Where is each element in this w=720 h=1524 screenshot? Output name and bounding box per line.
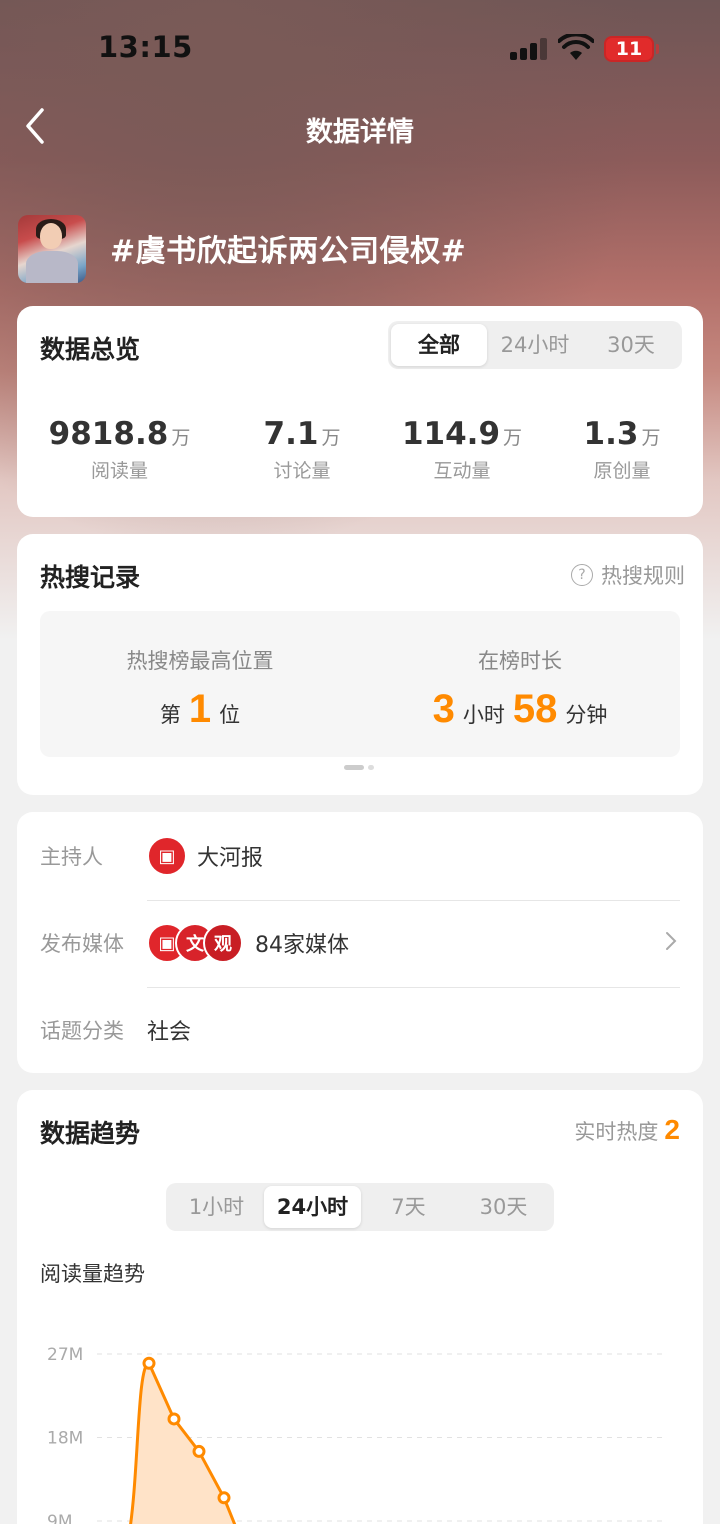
stat-reads: 9818.8 万 阅读量 <box>17 416 222 483</box>
realtime-value: 2 <box>664 1114 680 1145</box>
tab-24h[interactable]: 24小时 <box>264 1186 361 1228</box>
hours-unit: 小时 <box>462 703 505 727</box>
realtime-label: 实时热度 <box>574 1120 659 1144</box>
stat-interactions: 114.9 万 互动量 <box>382 416 542 483</box>
topic-info-card: 主持人 ▣ 大河报 发布媒体 ▣ 文 观 84家媒体 话题分类 社会 <box>17 812 703 1073</box>
status-time: 13:15 <box>98 30 193 64</box>
stat-unit: 万 <box>321 427 341 449</box>
peak-suffix: 位 <box>219 703 241 727</box>
media-count: 84家媒体 <box>255 933 349 958</box>
peak-value: 1 <box>188 687 212 731</box>
duration-minutes: 58 <box>512 687 558 731</box>
tab-all[interactable]: 全部 <box>391 324 487 366</box>
data-point[interactable] <box>142 1356 156 1370</box>
rules-label: 热搜规则 <box>601 564 685 588</box>
data-point[interactable] <box>217 1491 231 1505</box>
stat-unit: 万 <box>503 427 523 449</box>
stat-value: 114.9 <box>401 416 501 452</box>
stat-label: 阅读量 <box>90 460 148 482</box>
y-tick-label: 18M <box>47 1429 83 1449</box>
peak-position: 热搜榜最高位置 第1位 <box>40 611 360 757</box>
page-title: 数据详情 <box>306 117 414 148</box>
media-label: 发布媒体 <box>40 932 124 956</box>
wifi-icon <box>558 34 594 60</box>
stat-unit: 万 <box>641 427 661 449</box>
hot-search-rules-link[interactable]: ? 热搜规则 <box>571 560 685 590</box>
duration-label: 在榜时长 <box>478 649 562 673</box>
topic-thumbnail <box>18 215 86 283</box>
tab-30d[interactable]: 30天 <box>583 324 679 366</box>
category-label: 话题分类 <box>40 1019 124 1043</box>
overview-stats: 9818.8 万 阅读量 7.1 万 讨论量 114.9 万 互动量 1.3 万 原创量 <box>17 416 703 483</box>
peak-label: 热搜榜最高位置 <box>126 649 274 673</box>
stat-discussions: 7.1 万 讨论量 <box>222 416 382 483</box>
host-label: 主持人 <box>40 845 103 869</box>
on-list-duration: 在榜时长 3 小时 58 分钟 <box>360 611 680 757</box>
trend-card: 数据趋势 实时热度 2 1小时 24小时 7天 30天 阅读量趋势 27M 18M… <box>17 1090 703 1524</box>
cellular-signal-icon <box>510 38 548 60</box>
host-row: 主持人 ▣ 大河报 <box>40 812 680 900</box>
overview-card: 数据总览 全部 24小时 30天 9818.8 万 阅读量 7.1 万 讨论量 11… <box>17 306 703 517</box>
trend-title: 数据趋势 <box>40 1119 141 1148</box>
tab-7d[interactable]: 7天 <box>361 1186 456 1228</box>
minutes-unit: 分钟 <box>565 703 608 727</box>
data-point[interactable] <box>167 1412 181 1426</box>
media-row[interactable]: 发布媒体 ▣ 文 观 84家媒体 <box>40 899 680 987</box>
hot-search-card: 热搜记录 ? 热搜规则 热搜榜最高位置 第1位 在榜时长 3 小时 58 分钟 <box>17 534 703 795</box>
tab-1h[interactable]: 1小时 <box>169 1186 264 1228</box>
hot-search-title: 热搜记录 <box>40 563 141 592</box>
realtime-heat: 实时热度 2 <box>574 1114 680 1146</box>
overview-tabs: 全部 24小时 30天 <box>388 321 682 369</box>
question-icon: ? <box>571 564 593 586</box>
chart-subtitle: 阅读量趋势 <box>40 1262 145 1286</box>
trend-tabs: 1小时 24小时 7天 30天 <box>166 1183 554 1231</box>
read-trend-chart: 27M 18M 9M <box>47 1345 662 1524</box>
dahebao-logo-icon: ▣ <box>147 836 187 876</box>
battery-icon: 11 <box>604 36 659 62</box>
overview-title: 数据总览 <box>40 335 141 364</box>
duration-hours: 3 <box>432 687 455 731</box>
stat-unit: 万 <box>171 427 191 449</box>
status-bar: 13:15 11 <box>0 0 720 96</box>
tab-24h[interactable]: 24小时 <box>487 324 583 366</box>
stat-label: 互动量 <box>433 460 491 482</box>
page-indicator <box>344 765 374 770</box>
stat-value: 9818.8 <box>48 416 169 452</box>
stat-label: 讨论量 <box>273 460 331 482</box>
topic-title: #虞书欣起诉两公司侵权# <box>110 234 467 269</box>
media-logo-icon: 观 <box>203 923 243 963</box>
y-tick-label: 27M <box>47 1345 83 1365</box>
y-tick-label: 9M <box>47 1512 72 1524</box>
category-value: 社会 <box>147 1020 192 1045</box>
data-point[interactable] <box>192 1444 206 1458</box>
host-name[interactable]: 大河报 <box>197 840 263 872</box>
peak-prefix: 第 <box>159 703 181 727</box>
stat-label: 原创量 <box>593 460 651 482</box>
category-row: 话题分类 社会 <box>40 986 680 1074</box>
tab-30d[interactable]: 30天 <box>456 1186 551 1228</box>
hot-search-summary: 热搜榜最高位置 第1位 在榜时长 3 小时 58 分钟 <box>40 611 680 757</box>
stat-value: 7.1 <box>263 416 319 452</box>
stat-originals: 1.3 万 原创量 <box>542 416 702 483</box>
chevron-right-icon <box>666 932 677 950</box>
stat-value: 1.3 <box>583 416 639 452</box>
